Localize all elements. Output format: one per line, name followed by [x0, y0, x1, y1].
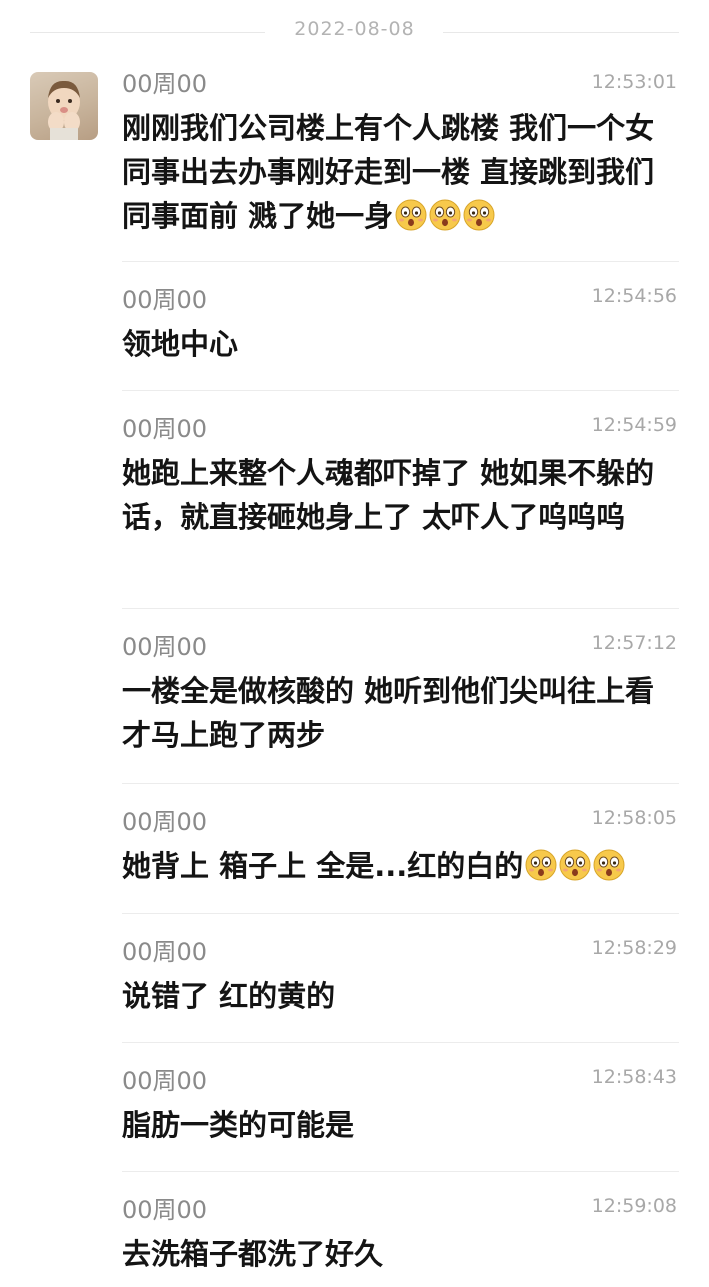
- divider-line-right: [443, 32, 679, 33]
- shocked-emoji: [559, 849, 591, 881]
- shocked-emoji: [463, 199, 495, 231]
- sender-name: 00周00: [122, 415, 208, 443]
- message-time: 12:58:29: [591, 937, 677, 959]
- message-text-content: 去洗箱子都洗了好久: [122, 1237, 384, 1271]
- message-text: 说错了 红的黄的: [122, 974, 662, 1018]
- message-text: 她跑上来整个人魂都吓掉了 她如果不躲的话，就直接砸她身上了 太吓人了呜呜呜: [122, 451, 662, 539]
- date-divider: 2022-08-08: [0, 0, 709, 64]
- message-time: 12:58:05: [591, 807, 677, 829]
- message-text: 脂肪一类的可能是: [122, 1103, 662, 1147]
- message-item[interactable]: 00周00 12:54:59 她跑上来整个人魂都吓掉了 她如果不躲的话，就直接砸…: [122, 391, 679, 609]
- message-text-content: 她跑上来整个人魂都吓掉了 她如果不躲的话，就直接砸她身上了 太吓人了呜呜呜: [122, 456, 655, 534]
- sender-name: 00周00: [122, 938, 208, 966]
- message-time: 12:58:43: [591, 1066, 677, 1088]
- message-text-content: 领地中心: [122, 327, 239, 361]
- sender-name: 00周00: [122, 286, 208, 314]
- message-time: 12:59:08: [591, 1195, 677, 1217]
- message-text-content: 刚刚我们公司楼上有个人跳楼 我们一个女同事出去办事刚好走到一楼 直接跳到我们同事…: [122, 111, 655, 233]
- message-time: 12:57:12: [591, 632, 677, 654]
- shocked-emoji: [593, 849, 625, 881]
- message-text-content: 说错了 红的黄的: [122, 979, 336, 1013]
- message-text: 领地中心: [122, 322, 662, 366]
- message-item[interactable]: 00周00 12:58:05 她背上 箱子上 全是...红的白的: [122, 784, 679, 914]
- message-text: 去洗箱子都洗了好久: [122, 1232, 662, 1276]
- message-text-content: 脂肪一类的可能是: [122, 1108, 355, 1142]
- message-item[interactable]: 00周00 12:53:01 刚刚我们公司楼上有个人跳楼 我们一个女同事出去办事…: [122, 64, 679, 262]
- sender-name: 00周00: [122, 70, 208, 98]
- shocked-emoji: [395, 199, 427, 231]
- message-item[interactable]: 00周00 12:59:08 去洗箱子都洗了好久: [122, 1172, 679, 1287]
- message-item[interactable]: 00周00 12:57:12 一楼全是做核酸的 她听到他们尖叫往上看 才马上跑了…: [122, 609, 679, 784]
- message-item[interactable]: 00周00 12:54:56 领地中心: [122, 262, 679, 391]
- message-text: 刚刚我们公司楼上有个人跳楼 我们一个女同事出去办事刚好走到一楼 直接跳到我们同事…: [122, 106, 662, 238]
- message-time: 12:54:59: [591, 414, 677, 436]
- message-time: 12:54:56: [591, 285, 677, 307]
- message-item[interactable]: 00周00 12:58:29 说错了 红的黄的: [122, 914, 679, 1043]
- sender-name: 00周00: [122, 808, 208, 836]
- message-text-content: 一楼全是做核酸的 她听到他们尖叫往上看 才马上跑了两步: [122, 674, 655, 752]
- message-list: 00周00 12:53:01 刚刚我们公司楼上有个人跳楼 我们一个女同事出去办事…: [0, 64, 709, 1287]
- message-text: 她背上 箱子上 全是...红的白的: [122, 844, 679, 888]
- sender-name: 00周00: [122, 633, 208, 661]
- message-text: 一楼全是做核酸的 她听到他们尖叫往上看 才马上跑了两步: [122, 669, 662, 757]
- shocked-emoji: [525, 849, 557, 881]
- shocked-emoji: [429, 199, 461, 231]
- message-time: 12:53:01: [591, 71, 677, 93]
- message-item[interactable]: 00周00 12:58:43 脂肪一类的可能是: [122, 1043, 679, 1172]
- sender-name: 00周00: [122, 1196, 208, 1224]
- message-text-content: 她背上 箱子上 全是...红的白的: [122, 849, 524, 883]
- sender-name: 00周00: [122, 1067, 208, 1095]
- date-text: 2022-08-08: [294, 18, 415, 40]
